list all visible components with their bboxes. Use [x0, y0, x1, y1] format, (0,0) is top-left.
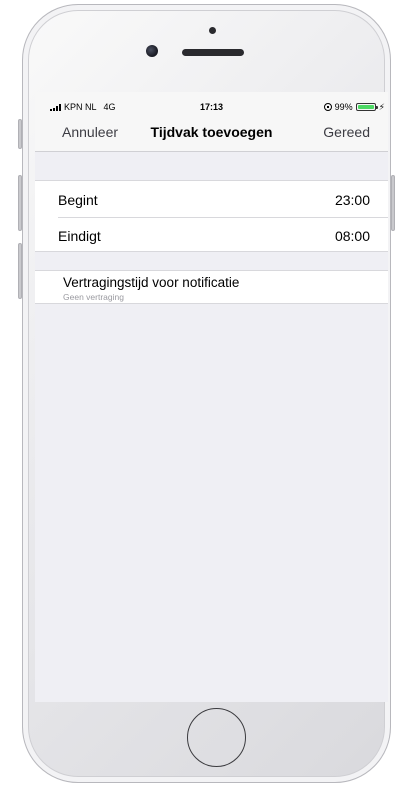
power-button — [391, 175, 395, 231]
done-button[interactable]: Gereed — [323, 124, 370, 140]
end-time-row[interactable]: Eindigt 08:00 — [35, 217, 388, 253]
navigation-bar: Annuleer Tijdvak toevoegen Gereed — [35, 114, 388, 152]
notification-delay-label: Vertragingstijd voor notificatie — [63, 275, 240, 290]
notification-delay-row[interactable]: Vertragingstijd voor notificatie Geen ve… — [35, 270, 388, 304]
mute-switch — [18, 119, 22, 149]
front-camera — [146, 45, 158, 57]
notification-delay-value: Geen vertraging — [63, 292, 124, 302]
home-button[interactable] — [187, 708, 246, 767]
battery-icon — [355, 103, 378, 111]
earpiece-speaker — [182, 49, 244, 56]
end-time-value: 08:00 — [334, 228, 370, 244]
battery-percent: 99% — [334, 102, 353, 112]
volume-up-button — [18, 175, 22, 231]
volume-down-button — [18, 243, 22, 299]
time-range-group: Begint 23:00 Eindigt 08:00 — [35, 180, 388, 252]
proximity-sensor — [209, 27, 216, 34]
start-time-row[interactable]: Begint 23:00 — [35, 181, 388, 217]
start-time-value: 23:00 — [334, 192, 370, 208]
status-right: 99% ⚡ — [323, 102, 385, 112]
charging-icon: ⚡ — [378, 102, 385, 112]
orientation-lock-icon — [323, 103, 332, 111]
status-bar: KPN NL 4G 17:13 99% ⚡ — [35, 92, 388, 114]
start-time-label: Begint — [58, 192, 98, 208]
app-screen: KPN NL 4G 17:13 99% ⚡ Annuleer Tijdvak t… — [35, 92, 388, 702]
end-time-label: Eindigt — [58, 228, 101, 244]
battery-fill — [357, 105, 374, 109]
